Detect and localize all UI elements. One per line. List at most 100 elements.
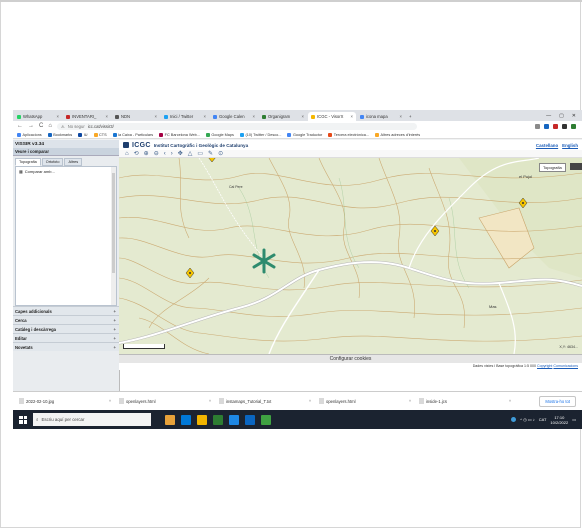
map-tool-icon[interactable]: ⟲ — [134, 150, 139, 157]
chevron-up-icon[interactable]: ^ — [309, 399, 311, 404]
show-all-button[interactable]: Mostra-ho tot — [539, 395, 576, 407]
basemap-tab[interactable]: Ortofoto — [41, 158, 64, 166]
download-item[interactable]: 2022-02-10.jpg ^ — [19, 398, 111, 404]
browser-tab[interactable]: INVENTARI_ × — [63, 112, 111, 121]
notifications-icon[interactable]: ▭ — [572, 417, 576, 422]
close-tab-icon[interactable]: × — [57, 114, 59, 119]
bookmark-item[interactable]: Google Traductor — [287, 132, 322, 137]
extension-icon[interactable] — [544, 123, 549, 129]
maximize-icon[interactable]: ▢ — [559, 113, 564, 119]
taskbar-app-icon[interactable] — [245, 414, 255, 425]
sidebar-menu-item[interactable]: Catàleg i descàrrega + — [13, 324, 119, 333]
map-tool-icon[interactable]: ‹ — [164, 151, 166, 157]
browser-tab[interactable]: ICGC - VisorX × — [308, 112, 356, 121]
map-tool-icon[interactable]: › — [171, 151, 173, 157]
close-tab-icon[interactable]: × — [155, 114, 157, 119]
home-icon[interactable]: ⌂ — [48, 123, 52, 129]
chevron-up-icon[interactable]: ^ — [209, 399, 211, 404]
bookmark-item[interactable]: (10) Twitter / Desco... — [239, 132, 281, 137]
lang-castellano-link[interactable]: Castellano — [536, 143, 558, 148]
forward-icon[interactable]: → — [28, 123, 34, 129]
basemap-tab[interactable]: Altres — [64, 158, 83, 166]
map-tool-icon[interactable]: △ — [188, 150, 193, 157]
poi-marker[interactable] — [518, 197, 528, 209]
close-tab-icon[interactable]: × — [400, 114, 402, 119]
taskbar-app-icon[interactable] — [197, 414, 207, 425]
map-tool-icon[interactable]: ⊕ — [144, 150, 149, 157]
basemap-toggle[interactable] — [570, 163, 582, 170]
scrollbar-thumb[interactable] — [112, 173, 115, 273]
scrollbar[interactable] — [111, 167, 116, 305]
bookmark-item[interactable]: Aplicacions — [17, 132, 42, 137]
comunicacions-link[interactable]: Comunicacions — [553, 364, 578, 368]
bookmark-item[interactable]: Tercera electrònica... — [328, 132, 369, 137]
bookmark-item[interactable]: IU — [78, 132, 88, 137]
map-canvas[interactable]: el Pujol Mas Cal Pere Topografia X,Y: 46… — [119, 158, 582, 354]
taskbar-app-icon[interactable] — [261, 414, 271, 425]
close-window-icon[interactable]: ✕ — [572, 113, 576, 119]
reload-icon[interactable]: C — [39, 123, 43, 129]
map-tool-icon[interactable]: ▭ — [197, 150, 203, 157]
new-tab-button[interactable]: + — [406, 112, 416, 121]
extension-icon[interactable] — [553, 123, 558, 129]
download-item[interactable]: openlayers.html ^ — [319, 398, 411, 404]
chevron-up-icon[interactable]: ^ — [109, 399, 111, 404]
bookmark-item[interactable]: Google Maps — [205, 132, 234, 137]
bookmark-item[interactable]: la Caixa - Particulars — [112, 132, 153, 137]
browser-tab[interactable]: Organigram × — [259, 112, 307, 121]
map-tool-icon[interactable]: ⊙ — [218, 150, 223, 157]
minimize-icon[interactable]: — — [546, 113, 551, 119]
download-item[interactable]: openlayers.html ^ — [119, 398, 211, 404]
map-tool-icon[interactable]: ⌂ — [125, 151, 129, 157]
tray-icons[interactable]: ^ ◷ ▭ ♪ — [520, 417, 534, 422]
chevron-up-icon[interactable]: ^ — [409, 399, 411, 404]
windows-start-icon[interactable] — [19, 415, 27, 424]
poi-marker[interactable] — [430, 225, 440, 237]
weather-icon[interactable] — [511, 417, 517, 422]
browser-tab[interactable]: WhatsApp × — [14, 112, 62, 121]
close-tab-icon[interactable]: × — [351, 114, 353, 119]
language-indicator[interactable]: CAT — [539, 417, 547, 422]
sidebar-menu-item[interactable]: Cerca + — [13, 315, 119, 324]
close-tab-icon[interactable]: × — [204, 114, 206, 119]
chevron-up-icon[interactable]: ^ — [509, 399, 511, 404]
bookmark-item[interactable]: CTS — [93, 132, 107, 137]
bookmark-item[interactable]: Altres adreces d'interès — [375, 132, 420, 137]
lang-english-link[interactable]: English — [562, 143, 578, 148]
map-tool-icon[interactable]: ✥ — [178, 150, 183, 157]
extension-icon[interactable] — [562, 123, 567, 129]
poi-marker[interactable] — [208, 158, 216, 163]
close-tab-icon[interactable]: × — [253, 114, 255, 119]
copyright-link[interactable]: Copyright — [537, 364, 552, 368]
close-tab-icon[interactable]: × — [302, 114, 304, 119]
list-item[interactable]: ▦ Comparar amb... — [16, 167, 116, 176]
browser-tab[interactable]: NDN × — [112, 112, 160, 121]
browser-tab[interactable]: icona mapa × — [357, 112, 405, 121]
taskbar-app-icon[interactable] — [229, 414, 239, 425]
taskbar-search-input[interactable]: ⌕ Escriu aquí per cercar — [33, 413, 151, 426]
browser-tab[interactable]: Google Calen × — [210, 112, 258, 121]
taskbar-app-icon[interactable] — [181, 414, 191, 425]
section-header[interactable]: Veure i comparar — [13, 148, 119, 156]
map-tool-icon[interactable]: ⊖ — [154, 150, 159, 157]
clock[interactable]: 17:10 10/2/2022 — [550, 415, 568, 425]
extension-icon[interactable] — [535, 123, 540, 129]
close-tab-icon[interactable]: × — [106, 114, 108, 119]
sidebar-menu-item[interactable]: Capes addicionals + — [13, 306, 119, 315]
browser-tab[interactable]: Inici / Twitter × — [161, 112, 209, 121]
bookmark-item[interactable]: Bookmarks — [47, 132, 72, 137]
bookmark-item[interactable]: FC Barcelona Web... — [159, 132, 200, 137]
poi-marker[interactable] — [185, 267, 195, 279]
sidebar-menu-item[interactable]: Editar + — [13, 333, 119, 342]
profile-icon[interactable] — [571, 123, 576, 129]
url-input[interactable]: ⚠ No segur icc.cat/vissir3/ — [56, 122, 417, 130]
sidebar-menu-item[interactable]: Novetats + — [13, 342, 119, 351]
basemap-button[interactable]: Topografia — [539, 163, 566, 172]
download-item[interactable]: inside-1.jcs ^ — [419, 398, 511, 404]
taskbar-app-icon[interactable] — [165, 414, 175, 425]
taskbar-app-icon[interactable] — [213, 414, 223, 425]
map-tool-icon[interactable]: ✎ — [208, 150, 213, 157]
download-item[interactable]: instamaps_Tutorial_T.txt ^ — [219, 398, 311, 404]
basemap-tab[interactable]: Topografia — [15, 158, 41, 166]
back-icon[interactable]: ← — [17, 123, 23, 129]
